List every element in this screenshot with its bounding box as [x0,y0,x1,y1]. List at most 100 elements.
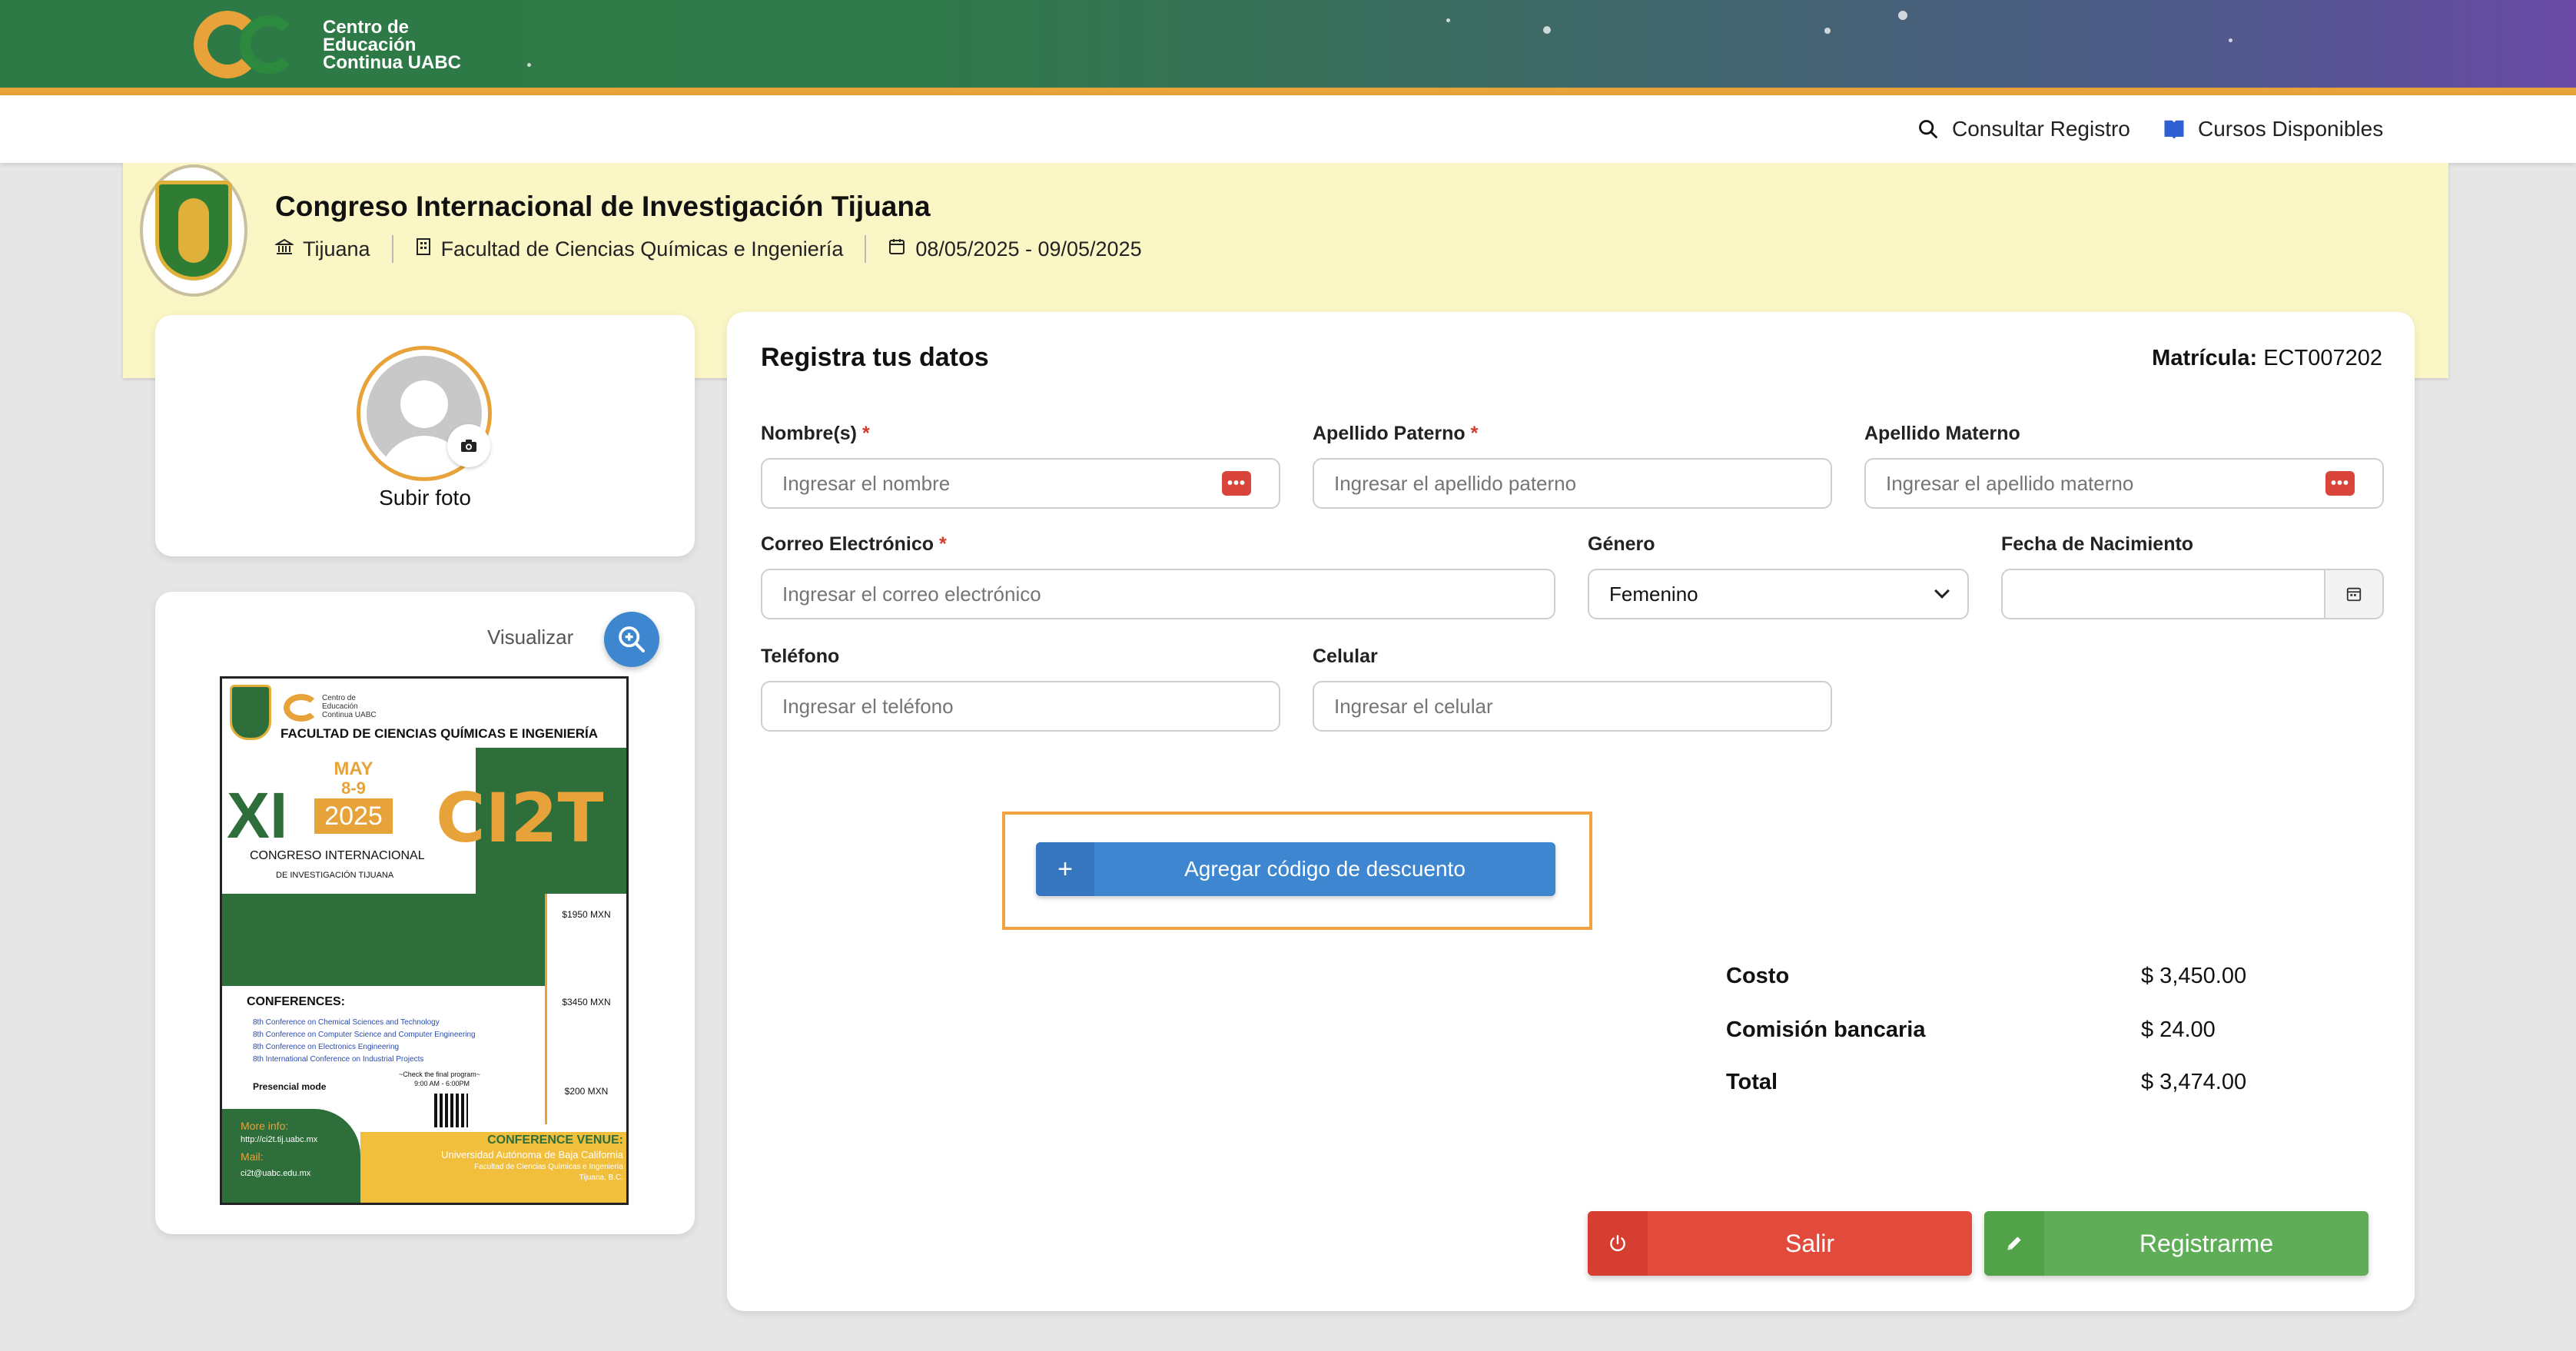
poster-venue-line2: Facultad de Ciencias Químicas e Ingenier… [474,1163,623,1171]
meta-divider [865,235,867,263]
cursos-disponibles-label: Cursos Disponibles [2198,117,2384,141]
celular-input[interactable] [1313,681,1832,732]
telefono-input[interactable] [761,681,1280,732]
poster-price-3: $200 MXN [564,1086,609,1097]
exit-button-label: Salir [1784,1229,1834,1257]
poster-cec-text: Centro de Educación Continua UABC [322,694,377,719]
cursos-disponibles-link[interactable]: Cursos Disponibles [2163,95,2383,163]
correo-label: Correo Electrónico * [761,533,947,555]
apellido-paterno-input[interactable] [1313,458,1832,509]
meta-divider [391,235,393,263]
upload-photo-label: Subir foto [379,486,471,510]
poster-mail-label: Mail: [241,1150,264,1163]
pencil-icon [1984,1211,2044,1276]
event-meta: Tijuana Facultad de Ciencias Químicas e … [274,235,1142,263]
add-discount-code-button[interactable]: + Agregar código de descuento [1036,842,1555,896]
search-icon [1917,118,1940,141]
plus-icon: + [1036,842,1094,896]
chevron-down-icon [1934,583,1950,599]
poster-mail: ci2t@uabc.edu.mx [241,1169,311,1178]
poster-year: 2025 [314,798,393,834]
calendar-icon [2346,587,2362,602]
nombre-label: Nombre(s) * [761,423,870,444]
matricula-label: Matrícula: [2152,346,2258,370]
event-poster[interactable]: Centro de Educación Continua UABC FACULTAD… [220,676,629,1205]
poster-congress-line2: DE INVESTIGACIÓN TIJUANA [276,871,394,880]
poster-month: MAY [334,758,373,779]
poster-seal [230,685,271,740]
poster-days: 8-9 [341,778,366,798]
poster-acronym: CI2T [436,778,604,858]
cec-logo[interactable]: Centro de Educación Continua UABC [194,8,461,81]
add-discount-code-label: Agregar código de descuento [1184,857,1466,881]
poster-venue-line3: Tijuana, B.C. [579,1173,623,1182]
matricula: Matrícula: ECT007202 [2152,346,2382,371]
event-faculty-label: Facultad de Ciencias Químicas e Ingenier… [440,237,844,261]
exit-button[interactable]: Salir [1588,1211,1972,1276]
event-title: Congreso Internacional de Investigación … [275,191,931,222]
star-decoration [1543,26,1551,34]
poster-conference-list: 8th Conference on Chemical Sciences and … [253,1018,476,1064]
star-decoration [1898,11,1907,20]
genero-select[interactable]: Femenino [1588,569,1969,619]
keyboard-icon[interactable]: ••• [2325,471,2355,496]
header-accent-stripe [0,88,2576,95]
star-decoration [2229,38,2232,42]
poster-header: FACULTAD DE CIENCIAS QUÍMICAS E INGENIER… [281,726,599,741]
register-button[interactable]: Registrarme [1984,1211,2369,1276]
apellido-paterno-label: Apellido Paterno * [1313,423,1479,444]
event-city-label: Tijuana [303,237,370,261]
poster-venue-line1: Universidad Autónoma de Baja California [440,1149,623,1160]
power-icon [1588,1211,1648,1276]
zoom-in-button[interactable] [604,612,659,667]
event-dates: 08/05/2025 - 09/05/2025 [888,237,1142,261]
star-decoration [1824,28,1831,34]
cec-logo-text: Centro de Educación Continua UABC [323,16,461,73]
poster-hours: 9:00 AM - 6:00PM [414,1080,470,1087]
genero-selected-value: Femenino [1609,582,1698,606]
poster-congress-line1: CONGRESO INTERNACIONAL [250,849,425,862]
summary-row-comision: Comisión bancaria $ 24.00 [1726,1017,2216,1042]
visualizar-label: Visualizar [487,626,574,649]
consultar-registro-label: Consultar Registro [1952,117,2130,141]
star-decoration [527,63,531,67]
event-faculty: Facultad de Ciencias Químicas e Ingenier… [415,237,844,261]
poster-roman: XI [227,779,288,851]
correo-input[interactable] [761,569,1555,619]
summary-row-total: Total $ 3,474.00 [1726,1070,2247,1094]
book-icon [2163,118,2186,141]
consultar-registro-link[interactable]: Consultar Registro [1917,95,2130,163]
calendar-icon [888,237,906,261]
genero-label: Género [1588,533,1655,555]
poster-program-note: ~Check the final program~ [399,1071,481,1078]
apellido-materno-label: Apellido Materno [1864,423,2020,444]
nombre-input[interactable] [761,458,1280,509]
camera-icon[interactable] [447,424,490,467]
zoom-in-icon [619,626,645,652]
poster-price-2: $3450 MXN [562,997,611,1007]
register-button-label: Registrarme [2139,1229,2274,1257]
event-dates-label: 08/05/2025 - 09/05/2025 [915,237,1142,261]
star-decoration [1446,18,1450,22]
fecha-nacimiento-label: Fecha de Nacimiento [2001,533,2194,555]
telefono-label: Teléfono [761,646,840,667]
poster-conferences-title: CONFERENCES: [247,995,346,1008]
poster-url: http://ci2t.tij.uabc.mx [241,1135,318,1144]
poster-price-1: $1950 MXN [562,909,611,920]
fecha-nacimiento-input[interactable] [2001,569,2325,619]
poster-mode: Presencial mode [253,1081,327,1092]
apellido-materno-input[interactable] [1864,458,2384,509]
office-icon [415,237,432,261]
poster-venue-title: CONFERENCE VENUE: [487,1134,623,1147]
faculty-seal [140,164,247,297]
building-icon [274,237,295,261]
matricula-value: ECT007202 [2263,346,2382,370]
summary-row-costo: Costo $ 3,450.00 [1726,964,2247,988]
form-title: Registra tus datos [761,343,989,372]
keyboard-icon[interactable]: ••• [1222,471,1251,496]
header-bar: Centro de Educación Continua UABC [0,0,2576,95]
top-nav: Consultar Registro Cursos Disponibles [0,95,2576,163]
date-picker-button[interactable] [2325,569,2384,619]
event-city: Tijuana [274,237,370,261]
poster-more-info: More info: [241,1120,289,1132]
